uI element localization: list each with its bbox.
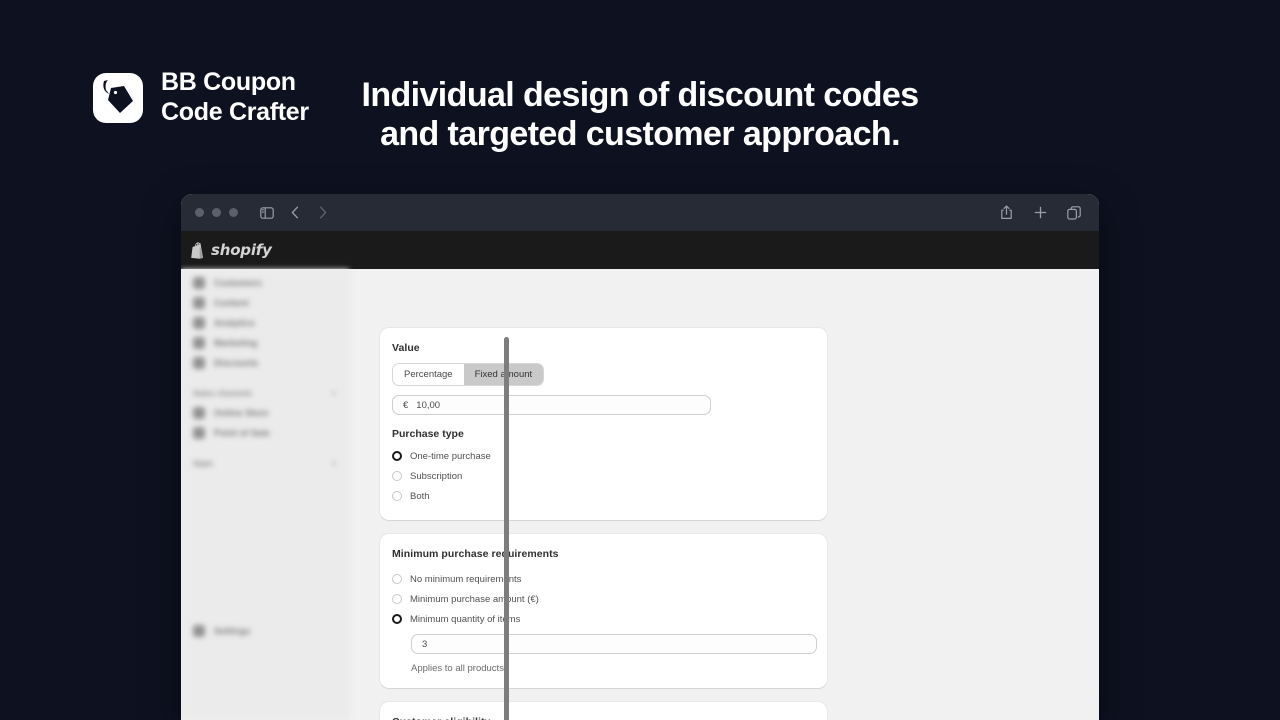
purchase-type-title: Purchase type [392, 428, 464, 440]
point-of-sale-icon [193, 427, 205, 439]
marketing-icon [193, 337, 205, 349]
radio-one-time-purchase[interactable]: One-time purchase [392, 446, 815, 466]
shopify-wordmark: shopify [211, 241, 272, 259]
sidebar-item-online-store[interactable]: Online Store [181, 403, 348, 423]
window-controls[interactable] [195, 208, 238, 217]
minimize-button[interactable] [212, 208, 221, 217]
settings-gear-icon [193, 625, 205, 637]
admin-sidebar[interactable]: Customers Content Analytics Marketing Di… [181, 269, 349, 720]
customer-eligibility-card: Customer eligibility [380, 702, 827, 720]
currency-symbol: € [403, 399, 409, 411]
price-tag-icon [103, 79, 133, 113]
sidebar-item-label: Discounts [214, 358, 259, 368]
sidebar-section-label: Sales channels [193, 388, 253, 398]
zoom-button[interactable] [229, 208, 238, 217]
online-store-icon [193, 407, 205, 419]
sidebar-scrollbar[interactable] [342, 269, 509, 720]
sidebar-item-label: Marketing [214, 338, 258, 348]
content-icon [193, 297, 205, 309]
sidebar-item-label: Point of Sale [214, 428, 270, 438]
shopify-topbar: shopify [181, 231, 1099, 269]
applies-to-helper-text: Applies to all products. [411, 663, 507, 674]
value-type-segmented-control[interactable]: Percentage Fixed amount [392, 363, 545, 386]
sidebar-item-label: Settings [214, 626, 251, 636]
sidebar-toggle-icon[interactable] [256, 202, 278, 224]
sidebar-item-customers[interactable]: Customers [181, 273, 348, 293]
discounts-icon [193, 357, 205, 369]
minimum-quantity-value: 3 [422, 638, 428, 650]
plus-icon[interactable] [1029, 202, 1051, 224]
back-chevron-icon[interactable] [284, 202, 306, 224]
share-icon[interactable] [995, 202, 1017, 224]
shopify-logo[interactable]: shopify [190, 241, 272, 259]
sidebar-item-discounts[interactable]: Discounts [181, 353, 348, 373]
minimum-purchase-title: Minimum purchase requirements [392, 548, 559, 560]
sidebar-item-label: Analytics [214, 318, 255, 328]
sidebar-item-settings[interactable]: Settings [181, 621, 348, 641]
radio-both[interactable]: Both [392, 486, 815, 506]
sidebar-item-point-of-sale[interactable]: Point of Sale [181, 423, 348, 443]
app-logo-badge [93, 72, 143, 123]
minimum-purchase-card: Minimum purchase requirements No minimum… [380, 534, 827, 688]
radio-indicator[interactable] [392, 451, 402, 461]
sidebar-item-analytics[interactable]: Analytics [181, 313, 348, 333]
value-card-title: Value [392, 342, 420, 354]
radio-label: Both [410, 490, 430, 502]
radio-minimum-amount[interactable]: Minimum purchase amount (€) [392, 589, 815, 609]
customers-icon [193, 277, 205, 289]
close-button[interactable] [195, 208, 204, 217]
radio-minimum-quantity[interactable]: Minimum quantity of items [392, 609, 815, 629]
radio-indicator[interactable] [392, 614, 402, 624]
radio-indicator[interactable] [392, 574, 402, 584]
radio-indicator[interactable] [392, 594, 402, 604]
radio-label: Minimum purchase amount (€) [410, 593, 539, 605]
sidebar-section-label: Apps [193, 458, 214, 468]
value-card: Value Percentage Fixed amount € 10,00 Pu… [380, 328, 827, 520]
discount-amount-value: 10,00 [416, 399, 441, 411]
brand-name: BB Coupon Code Crafter [161, 68, 309, 126]
sidebar-item-content[interactable]: Content [181, 293, 348, 313]
radio-label: Subscription [410, 470, 463, 482]
analytics-icon [193, 317, 205, 329]
radio-label: One-time purchase [410, 450, 491, 462]
sidebar-section-sales-channels[interactable]: Sales channels ▾ [181, 383, 348, 403]
sidebar-item-label: Customers [214, 278, 262, 288]
promo-slide: BB Coupon Code Crafter Individual design… [0, 0, 1280, 720]
scrollbar-thumb[interactable] [504, 337, 509, 720]
sidebar-item-label: Online Store [214, 408, 269, 418]
chevron-down-icon[interactable]: ▾ [332, 389, 336, 398]
browser-window: shopify Customers Content Analytics Mark… [181, 194, 1099, 720]
sidebar-item-marketing[interactable]: Marketing [181, 333, 348, 353]
discount-form: Value Percentage Fixed amount € 10,00 Pu… [349, 269, 1099, 720]
sidebar-item-label: Content [214, 298, 249, 308]
radio-subscription[interactable]: Subscription [392, 466, 815, 486]
tab-overview-icon[interactable] [1063, 202, 1085, 224]
discount-amount-input[interactable]: € 10,00 [392, 395, 711, 415]
sidebar-section-apps[interactable]: Apps ▾ [181, 453, 348, 473]
shopify-bag-icon [191, 241, 204, 259]
minimum-quantity-input[interactable]: 3 [411, 634, 817, 654]
radio-no-minimum[interactable]: No minimum requirements [392, 569, 815, 589]
radio-indicator[interactable] [392, 491, 402, 501]
brand-lockup: BB Coupon Code Crafter [93, 68, 309, 127]
admin-body: Customers Content Analytics Marketing Di… [181, 269, 1099, 720]
radio-indicator[interactable] [392, 471, 402, 481]
segment-percentage[interactable]: Percentage [393, 364, 464, 385]
browser-titlebar [181, 194, 1099, 231]
chevron-down-icon[interactable]: ▾ [332, 459, 336, 468]
promo-headline: Individual design of discount codes and … [361, 76, 919, 154]
forward-chevron-icon[interactable] [312, 202, 334, 224]
customer-eligibility-title: Customer eligibility [392, 716, 815, 720]
